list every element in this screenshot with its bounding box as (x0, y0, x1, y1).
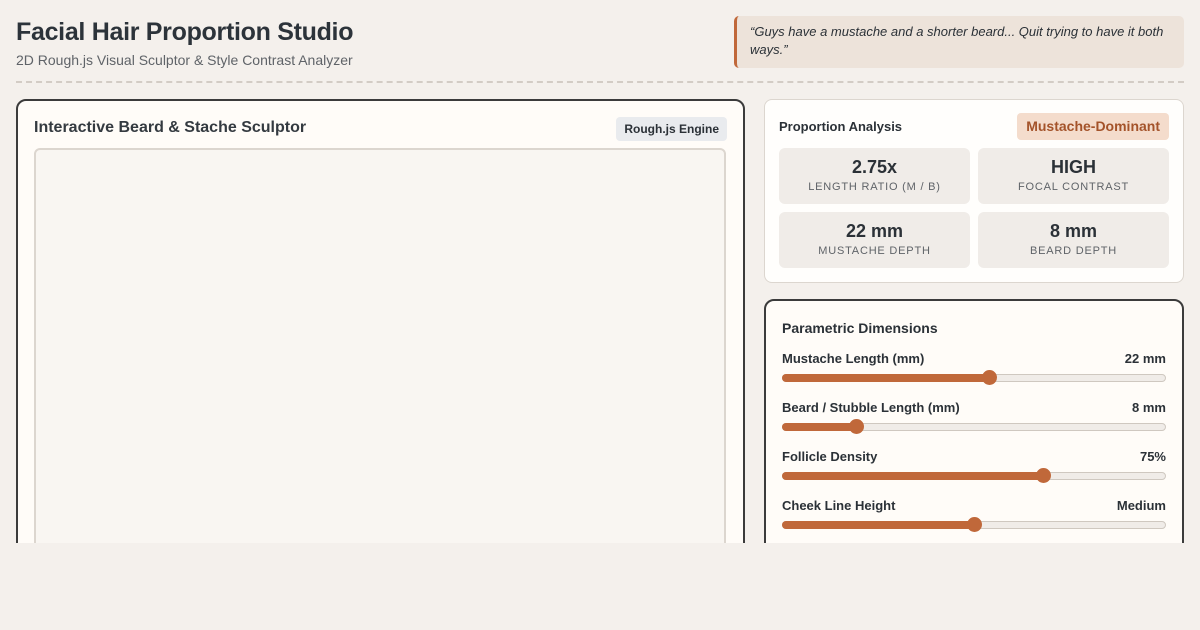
metric-label: Focal Contrast (1017, 181, 1130, 193)
sculptor-panel: Interactive Beard & Stache Sculptor Roug… (16, 99, 745, 543)
slider-value: 8 mm (1132, 400, 1166, 415)
slider-label: Mustache Length (mm) (782, 351, 925, 366)
slider-thumb[interactable] (848, 419, 864, 434)
page-subtitle: 2D Rough.js Visual Sculptor & Style Cont… (16, 52, 353, 68)
metric-mustache-depth: 22 mm Mustache Depth (779, 212, 970, 268)
beard-length-slider-row: Beard / Stubble Length (mm) 8 mm (782, 400, 1166, 440)
cheek-line-height-slider-row: Cheek Line Height Medium (782, 498, 1166, 538)
engine-badge: Rough.js Engine (616, 117, 727, 141)
slider-fill (782, 374, 989, 382)
quote-callout: “Guys have a mustache and a shorter bear… (734, 16, 1184, 68)
slider-label: Beard / Stubble Length (mm) (782, 400, 960, 415)
slider-value: 75% (1139, 449, 1166, 464)
slider-fill (782, 521, 973, 529)
metric-value: 2.75x (851, 157, 898, 177)
parametric-dimensions-panel: Parametric Dimensions Mustache Length (m… (764, 299, 1184, 543)
sculptor-title: Interactive Beard & Stache Sculptor (34, 119, 307, 136)
slider-fill (782, 423, 855, 431)
slider-label: Cheek Line Height (782, 498, 896, 513)
metric-label: Length Ratio (M / B) (808, 181, 941, 193)
dominance-badge: Mustache-Dominant (1017, 113, 1169, 140)
metric-beard-depth: 8 mm Beard Depth (978, 212, 1169, 268)
slider-thumb[interactable] (1035, 468, 1051, 483)
metric-label: Beard Depth (1029, 245, 1118, 257)
slider-fill (782, 472, 1042, 480)
cheek-line-height-slider[interactable] (782, 517, 1166, 532)
slider-thumb[interactable] (967, 517, 982, 532)
metric-label: Mustache Depth (818, 245, 931, 257)
metric-value: 8 mm (1049, 221, 1098, 241)
mustache-length-slider[interactable] (782, 370, 1166, 385)
page-title: Facial Hair Proportion Studio (16, 18, 354, 46)
beard-length-slider[interactable] (782, 419, 1166, 434)
slider-value: Medium (1116, 498, 1166, 513)
params-title: Parametric Dimensions (782, 320, 938, 336)
analysis-title: Proportion Analysis (779, 119, 903, 134)
slider-thumb[interactable] (982, 370, 998, 385)
sculptor-canvas[interactable] (34, 148, 726, 543)
app-viewport: Facial Hair Proportion Studio 2D Rough.j… (0, 0, 1200, 543)
proportion-analysis-panel: Proportion Analysis Mustache-Dominant 2.… (764, 99, 1184, 283)
metric-value: 22 mm (845, 221, 904, 241)
follicle-density-slider-row: Follicle Density 75% (782, 449, 1166, 489)
slider-label: Follicle Density (782, 449, 878, 464)
header-divider (16, 81, 1184, 83)
metric-focal-contrast: HIGH Focal Contrast (978, 148, 1169, 204)
mustache-length-slider-row: Mustache Length (mm) 22 mm (782, 351, 1166, 391)
metric-length-ratio: 2.75x Length Ratio (M / B) (779, 148, 970, 204)
slider-value: 22 mm (1124, 351, 1166, 366)
metric-value: HIGH (1051, 157, 1096, 177)
follicle-density-slider[interactable] (782, 468, 1166, 483)
